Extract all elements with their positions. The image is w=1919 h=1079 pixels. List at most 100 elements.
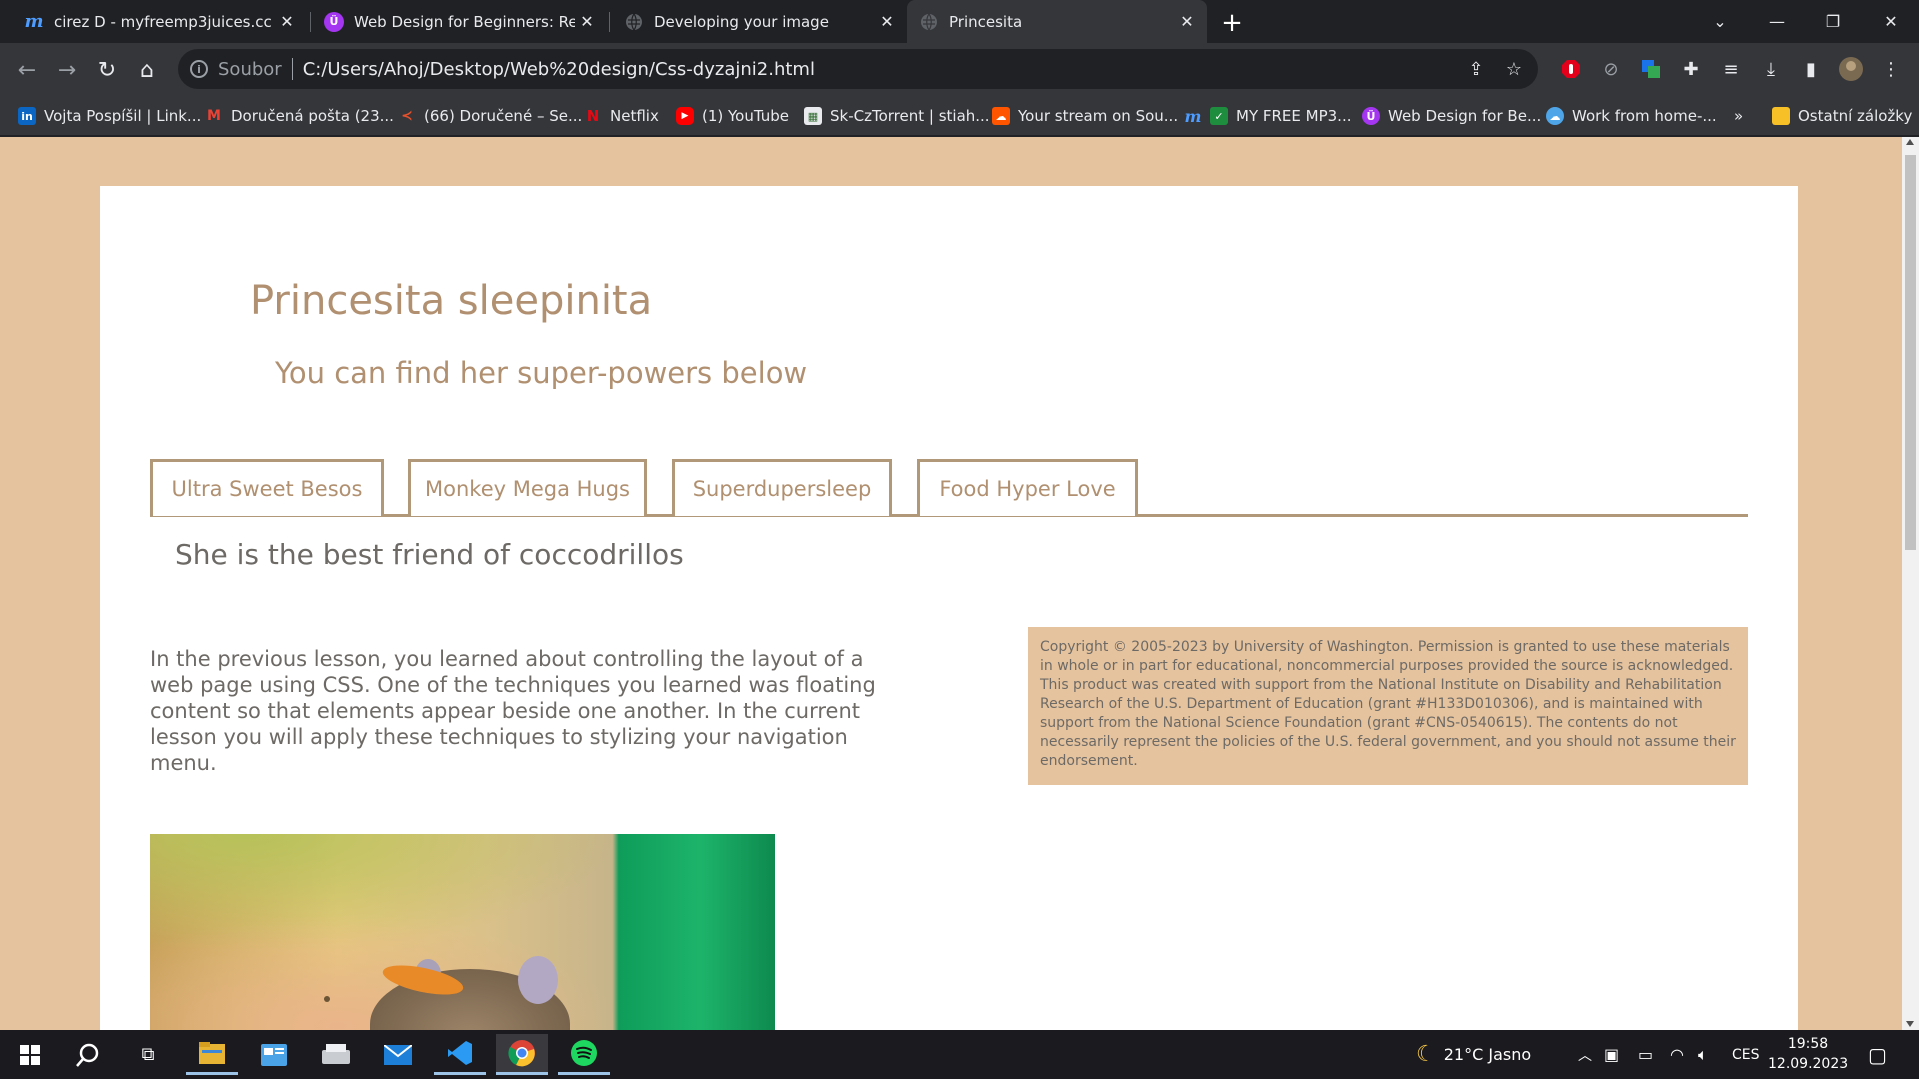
nav-item-ultra-sweet-besos[interactable]: Ultra Sweet Besos	[150, 459, 384, 516]
new-tab-button[interactable]: +	[1216, 7, 1248, 39]
chrome-icon[interactable]	[496, 1034, 548, 1075]
globe-icon	[919, 12, 939, 32]
overflow-chevron-icon: »	[1734, 107, 1744, 125]
extensions-puzzle-icon[interactable]: ✚	[1676, 54, 1706, 84]
tab-separator	[609, 12, 610, 32]
close-window-button[interactable]: ✕	[1863, 0, 1919, 43]
tab-close-icon[interactable]: ✕	[275, 10, 299, 34]
address-bar[interactable]: i Soubor C:/Users/Ahoj/Desktop/Web%20des…	[178, 49, 1538, 89]
section-heading: She is the best friend of coccodrillos	[175, 538, 684, 571]
tab-close-icon[interactable]: ✕	[875, 10, 899, 34]
bookmark-item[interactable]: ☁ Work from home-...	[1546, 104, 1717, 128]
bookmark-label: MY FREE MP3...	[1236, 107, 1352, 125]
tab-close-icon[interactable]: ✕	[575, 10, 599, 34]
tab-princesita[interactable]: Princesita ✕	[907, 0, 1207, 43]
browser-menu-icon[interactable]: ⋮	[1876, 54, 1906, 84]
search-icon[interactable]	[62, 1034, 114, 1075]
control-panel-icon[interactable]	[248, 1034, 300, 1075]
bookmark-item[interactable]: in Vojta Pospíšil | Link...	[18, 104, 201, 128]
clock-time: 19:58	[1787, 1036, 1829, 1052]
share-icon[interactable]: ⇪	[1462, 55, 1490, 83]
clock[interactable]: 19:58 12.09.2023	[1768, 1034, 1848, 1074]
tray-chevron-icon[interactable]: ︿	[1578, 1030, 1592, 1079]
bookmark-item[interactable]: N Netflix	[584, 104, 659, 128]
checkbox-icon: ✓	[1210, 107, 1228, 125]
tray-app-icon[interactable]: ▣	[1604, 1030, 1619, 1079]
bookmark-label: (1) YouTube	[702, 107, 790, 125]
download-icon[interactable]: ⤓	[1756, 54, 1786, 84]
scanner-icon[interactable]	[310, 1034, 362, 1075]
bookmark-star-icon[interactable]: ☆	[1500, 55, 1528, 83]
adblock-extension-icon[interactable]	[1556, 54, 1586, 84]
reload-icon[interactable]: ↻	[90, 53, 124, 87]
bookmark-item[interactable]: ▶ (1) YouTube	[676, 104, 789, 128]
tab-myfreemp3[interactable]: m cirez D - myfreemp3juices.cc ✕	[12, 0, 307, 43]
nav-item-superdupersleep[interactable]: Superdupersleep	[672, 459, 892, 516]
vertical-scrollbar[interactable]	[1902, 137, 1919, 1030]
bookmark-item[interactable]: ≺ (66) Doručené – Se...	[398, 104, 582, 128]
bookmark-label: Vojta Pospíšil | Link...	[44, 107, 202, 125]
notifications-icon[interactable]: ▢	[1868, 1030, 1887, 1079]
tab-title: Web Design for Beginners: Real W	[354, 12, 575, 31]
bookmark-label: Your stream on Sou...	[1018, 107, 1179, 125]
scroll-up-arrow-icon[interactable]	[1906, 139, 1914, 145]
omnibox-actions: ⇪ ☆	[1462, 55, 1528, 83]
lesson-paragraph: In the previous lesson, you learned abou…	[150, 647, 876, 775]
windows-taskbar: ⧉ ☾ 21°C Jasno ︿ ▣ ▭ ◠ 🔈︎ CES 19:58 12.0…	[0, 1030, 1919, 1079]
bookmark-item[interactable]: m ✓ MY FREE MP3...	[1184, 104, 1352, 128]
other-bookmarks-folder[interactable]: Ostatní záložky	[1772, 104, 1912, 128]
bookmark-label: Web Design for Be...	[1388, 107, 1542, 125]
moon-icon: ☾	[1416, 1042, 1436, 1067]
translate-extension-icon[interactable]	[1636, 54, 1666, 84]
tab-web-design[interactable]: Ü Web Design for Beginners: Real W ✕	[312, 0, 607, 43]
wifi-icon[interactable]: ◠	[1670, 1030, 1684, 1079]
vscode-icon[interactable]	[434, 1034, 486, 1075]
soundcloud-icon: ☁	[992, 107, 1010, 125]
minimize-button[interactable]: —	[1749, 0, 1805, 43]
bookmark-item[interactable]: Ü Web Design for Be...	[1362, 104, 1541, 128]
youtube-icon: ▶	[676, 107, 694, 125]
file-explorer-icon[interactable]	[186, 1034, 238, 1075]
folder-icon	[1772, 107, 1790, 125]
bookmark-item[interactable]: M Doručená pošta (23...	[205, 104, 394, 128]
tab-developing-image[interactable]: Developing your image ✕	[612, 0, 907, 43]
back-arrow-icon[interactable]: ←	[10, 53, 44, 87]
profile-avatar[interactable]	[1836, 54, 1866, 84]
bookmark-label: Ostatní záložky	[1798, 107, 1913, 125]
nav-item-food-hyper-love[interactable]: Food Hyper Love	[917, 459, 1138, 516]
nav-item-monkey-mega-hugs[interactable]: Monkey Mega Hugs	[408, 459, 647, 516]
page-viewport[interactable]: Princesita sleepinita You can find her s…	[0, 137, 1919, 1030]
restore-button[interactable]: ❐	[1805, 0, 1861, 43]
mouse-photo	[150, 834, 775, 1030]
info-icon[interactable]: i	[190, 60, 208, 78]
bookmark-label: Netflix	[610, 107, 659, 125]
volume-icon[interactable]: 🔈︎	[1698, 1030, 1708, 1079]
side-panel-icon[interactable]: ▮	[1796, 54, 1826, 84]
bookmark-item[interactable]: ▦ Sk-CzTorrent | stiah...	[804, 104, 990, 128]
language-indicator[interactable]: CES	[1732, 1030, 1760, 1079]
weather-widget[interactable]: ☾ 21°C Jasno	[1416, 1030, 1531, 1079]
media-queue-icon[interactable]: ≡	[1716, 54, 1746, 84]
forward-arrow-icon[interactable]: →	[50, 53, 84, 87]
battery-icon[interactable]: ▭	[1638, 1030, 1653, 1079]
tab-search-chevron-icon[interactable]: ⌄	[1692, 0, 1748, 43]
url-text[interactable]: C:/Users/Ahoj/Desktop/Web%20design/Css-d…	[303, 59, 815, 80]
bookmark-item[interactable]: ☁ Your stream on Sou...	[992, 104, 1178, 128]
bookmarks-overflow-button[interactable]: »	[1734, 104, 1743, 128]
home-icon[interactable]: ⌂	[130, 53, 164, 87]
scroll-down-arrow-icon[interactable]	[1906, 1021, 1914, 1027]
cloud-icon: ☁	[1546, 107, 1564, 125]
windows-start-icon[interactable]	[4, 1034, 56, 1075]
seznam-icon: ≺	[401, 108, 413, 124]
task-view-icon[interactable]: ⧉	[122, 1034, 174, 1075]
weather-text: 21°C Jasno	[1443, 1045, 1532, 1064]
compass-extension-icon[interactable]: ⊘	[1596, 54, 1626, 84]
bookmark-label: Sk-CzTorrent | stiah...	[830, 107, 990, 125]
spotify-icon[interactable]	[558, 1034, 610, 1075]
bookmark-label: Work from home-...	[1572, 107, 1717, 125]
linkedin-icon: in	[18, 107, 36, 125]
torrent-icon: ▦	[804, 107, 822, 125]
scrollbar-thumb[interactable]	[1905, 155, 1916, 550]
tab-close-icon[interactable]: ✕	[1175, 10, 1199, 34]
mail-icon[interactable]	[372, 1034, 424, 1075]
